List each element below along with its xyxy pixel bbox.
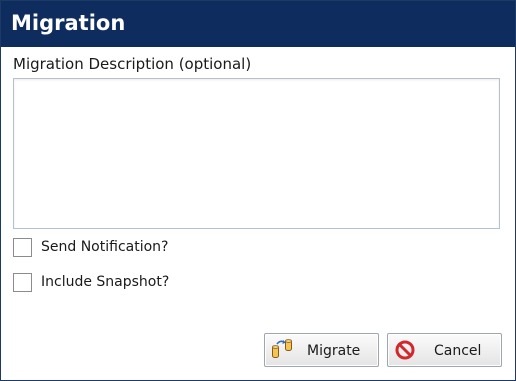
- dialog-title: Migration: [11, 11, 126, 35]
- cancel-button-label: Cancel: [434, 343, 482, 359]
- dialog-title-bar: Migration: [1, 1, 515, 47]
- cancel-icon: [395, 340, 415, 364]
- migrate-button-label: Migrate: [307, 343, 361, 359]
- include-snapshot-checkbox[interactable]: [13, 273, 32, 292]
- migration-dialog: Migration Migration Description (optiona…: [0, 0, 516, 381]
- include-snapshot-label[interactable]: Include Snapshot?: [41, 273, 169, 292]
- send-notification-label[interactable]: Send Notification?: [41, 238, 168, 257]
- send-notification-checkbox[interactable]: [13, 238, 32, 257]
- description-label: Migration Description (optional): [13, 55, 252, 73]
- cancel-button[interactable]: Cancel: [387, 333, 502, 367]
- migrate-icon: [271, 339, 295, 365]
- description-textarea[interactable]: [13, 78, 500, 229]
- migrate-button[interactable]: Migrate: [264, 333, 379, 367]
